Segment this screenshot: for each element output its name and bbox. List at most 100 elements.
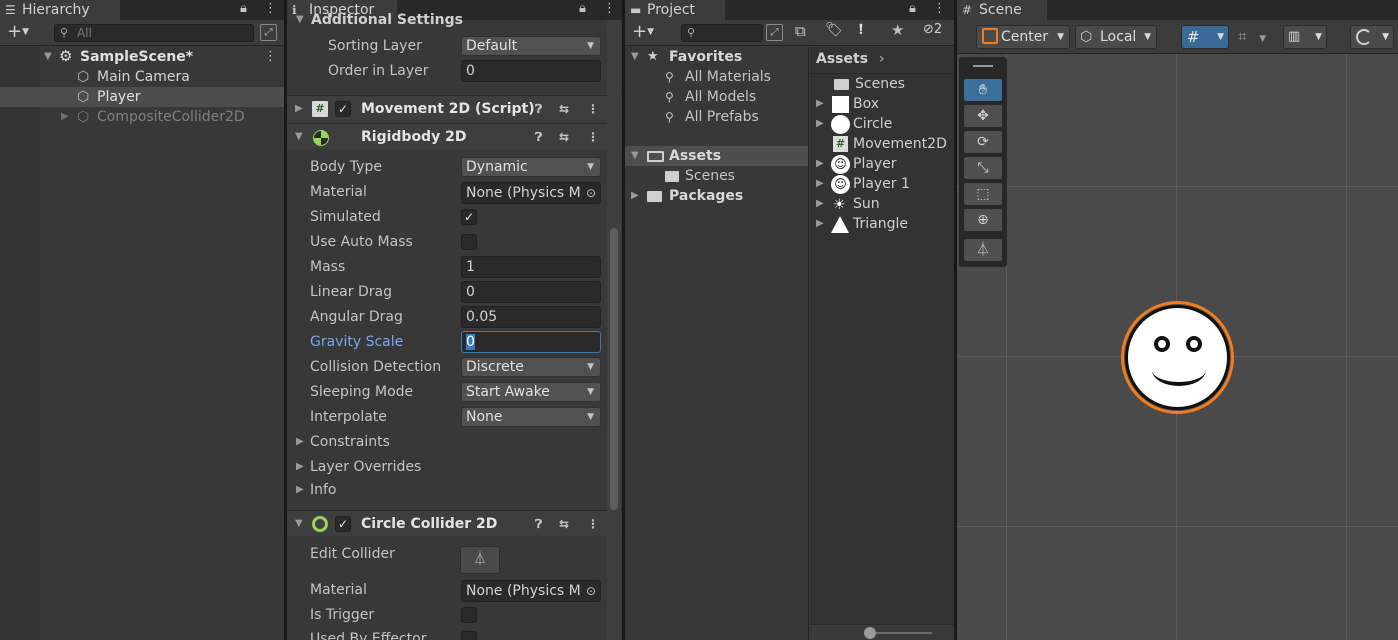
assets-folder-row[interactable]: ▼ Assets — [625, 146, 808, 166]
chevron-right-icon[interactable]: ▶ — [295, 96, 303, 122]
kebab-menu-icon[interactable]: ⋮ — [264, 0, 277, 20]
help-icon[interactable]: ❓︎ — [535, 96, 542, 122]
hand-tool-button[interactable]: ✋︎ — [964, 79, 1002, 101]
open-window-icon[interactable]: ⤢ — [766, 24, 783, 41]
chevron-right-icon[interactable]: ▶ — [296, 457, 304, 477]
edit-collider-button[interactable]: ⏃ — [460, 546, 500, 574]
sorting-layer-dropdown[interactable]: Default ▼ — [461, 36, 601, 56]
object-picker-icon[interactable]: ⊙ — [586, 581, 596, 601]
chevron-down-icon[interactable]: ▼ — [44, 47, 52, 67]
chevron-down-icon[interactable]: ▼ — [295, 511, 303, 537]
rigidbody-component-header[interactable]: ▼ Rigidbody 2D ❓︎ ⇆ ⋮ — [287, 123, 622, 149]
grid-snapping-toggle[interactable]: # ▼ — [1181, 25, 1229, 49]
preset-icon[interactable]: ⇆ — [559, 96, 569, 122]
warning-filter-icon[interactable]: ❗︎ — [859, 22, 863, 38]
circle-collider-enabled-checkbox[interactable]: ✓ — [335, 516, 351, 532]
filter-by-type-icon[interactable]: ⧉ — [795, 22, 806, 40]
create-add-button[interactable]: +▼ — [7, 21, 29, 42]
space-mode-button[interactable]: ⬡ Local ▼ — [1075, 25, 1157, 49]
increment-snap-button[interactable]: ⌗ ▼ — [1234, 25, 1278, 49]
chevron-right-icon[interactable]: ▶ — [816, 174, 824, 194]
order-in-layer-field[interactable]: 0 — [461, 60, 601, 82]
chevron-right-icon[interactable]: ▶ — [816, 194, 824, 214]
linear-drag-field[interactable]: 0 — [461, 281, 601, 303]
angular-drag-field[interactable]: 0.05 — [461, 306, 601, 328]
additional-settings-header[interactable]: ▼ Additional Settings — [287, 12, 607, 30]
preset-icon[interactable]: ⇆ — [559, 511, 569, 537]
chevron-right-icon[interactable]: ▶ — [816, 114, 824, 134]
kebab-menu-icon[interactable]: ⋮ — [933, 0, 946, 20]
gravity-scale-field[interactable]: 0 — [461, 331, 601, 353]
assets-child-scenes[interactable]: Scenes — [625, 166, 808, 186]
rigidbody-material-field[interactable]: None (Physics M ⊙ — [461, 182, 601, 204]
tab-scene[interactable]: # Scene — [957, 0, 1047, 20]
breadcrumb-assets[interactable]: Assets — [816, 51, 868, 67]
transform-tool-button[interactable]: ⊕ — [964, 209, 1002, 231]
grid-visibility-button[interactable]: ▥ ▼ — [1283, 25, 1327, 49]
tab-project[interactable]: ▬ Project — [625, 0, 725, 20]
chevron-right-icon[interactable]: ▶ — [816, 94, 824, 114]
interpolate-dropdown[interactable]: None ▼ — [461, 407, 601, 427]
used-by-effector-checkbox[interactable] — [461, 631, 477, 640]
pivot-mode-button[interactable]: Center ▼ — [976, 25, 1070, 49]
hierarchy-item-main-camera[interactable]: ⬡ Main Camera — [0, 67, 284, 87]
auto-mass-checkbox[interactable] — [461, 234, 477, 250]
component-menu-icon[interactable]: ⋮ — [587, 96, 599, 122]
hidden-packages-icon[interactable]: ⊘2 — [923, 22, 942, 37]
project-search-input[interactable]: ⚲ — [681, 24, 763, 42]
edit-collider-tool-button[interactable]: ⏃ — [964, 239, 1002, 261]
chevron-right-icon[interactable]: ▶ — [631, 186, 639, 206]
move-tool-button[interactable]: ✥ — [964, 105, 1002, 127]
filter-by-label-icon[interactable]: 🏷︎ — [825, 22, 843, 38]
component-menu-icon[interactable]: ⋮ — [587, 511, 599, 537]
breadcrumb[interactable]: Assets › — [816, 51, 885, 67]
collision-detection-dropdown[interactable]: Discrete ▼ — [461, 357, 601, 377]
favorites-item-all-materials[interactable]: ⚲ All Materials — [625, 67, 808, 87]
layer-overrides-foldout[interactable]: ▶ Layer Overrides — [287, 457, 587, 477]
component-menu-icon[interactable]: ⋮ — [587, 124, 599, 150]
rect-tool-button[interactable]: ⬚ — [964, 183, 1002, 205]
scene-root-row[interactable]: ▼ ⚙ SampleScene* ⋮ — [0, 47, 284, 67]
scene-visibility-icon[interactable]: ⤢ — [260, 24, 277, 41]
help-icon[interactable]: ❓︎ — [535, 511, 542, 537]
zoom-slider-thumb[interactable] — [864, 627, 876, 639]
hierarchy-search-input[interactable]: ⚲ All — [54, 24, 254, 42]
inspector-scrollbar[interactable] — [607, 20, 621, 640]
chevron-right-icon[interactable]: ▶ — [296, 480, 304, 500]
lock-icon[interactable]: 🔒︎ — [909, 0, 916, 20]
lock-icon[interactable]: 🔒︎ — [240, 0, 247, 20]
rotate-tool-button[interactable]: ⟳ — [964, 131, 1002, 153]
tab-hierarchy[interactable]: ☰ Hierarchy — [0, 0, 120, 20]
packages-folder-row[interactable]: ▶ Packages — [625, 186, 808, 206]
constraints-foldout[interactable]: ▶ Constraints — [287, 432, 587, 452]
zoom-slider-track[interactable] — [870, 632, 932, 634]
simulated-checkbox[interactable]: ✓ — [461, 209, 477, 225]
chevron-down-icon[interactable]: ▼ — [296, 14, 304, 25]
chevron-down-icon[interactable]: ▼ — [295, 124, 303, 150]
create-add-button[interactable]: +▼ — [632, 21, 654, 42]
favorites-foldout[interactable]: ▼ ★ Favorites — [625, 47, 808, 67]
info-foldout[interactable]: ▶ Info — [287, 480, 587, 500]
object-picker-icon[interactable]: ⊙ — [586, 183, 596, 203]
circle-collider-component-header[interactable]: ▼ ✓ Circle Collider 2D ❓︎ ⇆ ⋮ — [287, 510, 622, 536]
scale-tool-button[interactable]: ⤡ — [964, 157, 1002, 179]
favorites-item-all-prefabs[interactable]: ⚲ All Prefabs — [625, 107, 808, 127]
inspector-scrollbar-thumb[interactable] — [610, 228, 618, 510]
chevron-right-icon[interactable]: ▶ — [296, 432, 304, 452]
favorites-item-all-models[interactable]: ⚲ All Models — [625, 87, 808, 107]
sleeping-mode-dropdown[interactable]: Start Awake ▼ — [461, 382, 601, 402]
movement-enabled-checkbox[interactable]: ✓ — [335, 101, 351, 117]
chevron-right-icon[interactable]: ▶ — [816, 154, 824, 174]
tools-overlay-handle[interactable] — [973, 65, 993, 67]
mass-field[interactable]: 1 — [461, 256, 601, 278]
draw-mode-button[interactable]: ▼ — [1350, 25, 1394, 49]
chevron-down-icon[interactable]: ▼ — [631, 47, 639, 67]
chevron-right-icon[interactable]: ▶ — [61, 107, 69, 127]
movement-component-header[interactable]: ▶ # ✓ Movement 2D (Script) ❓︎ ⇆ ⋮ — [287, 95, 622, 121]
chevron-down-icon[interactable]: ▼ — [631, 146, 639, 166]
body-type-dropdown[interactable]: Dynamic ▼ — [461, 157, 601, 177]
chevron-right-icon[interactable]: ▶ — [816, 214, 824, 234]
favorite-star-icon[interactable]: ★ — [891, 21, 904, 39]
hierarchy-item-player[interactable]: ⬡ Player — [0, 87, 284, 107]
help-icon[interactable]: ❓︎ — [535, 124, 542, 150]
